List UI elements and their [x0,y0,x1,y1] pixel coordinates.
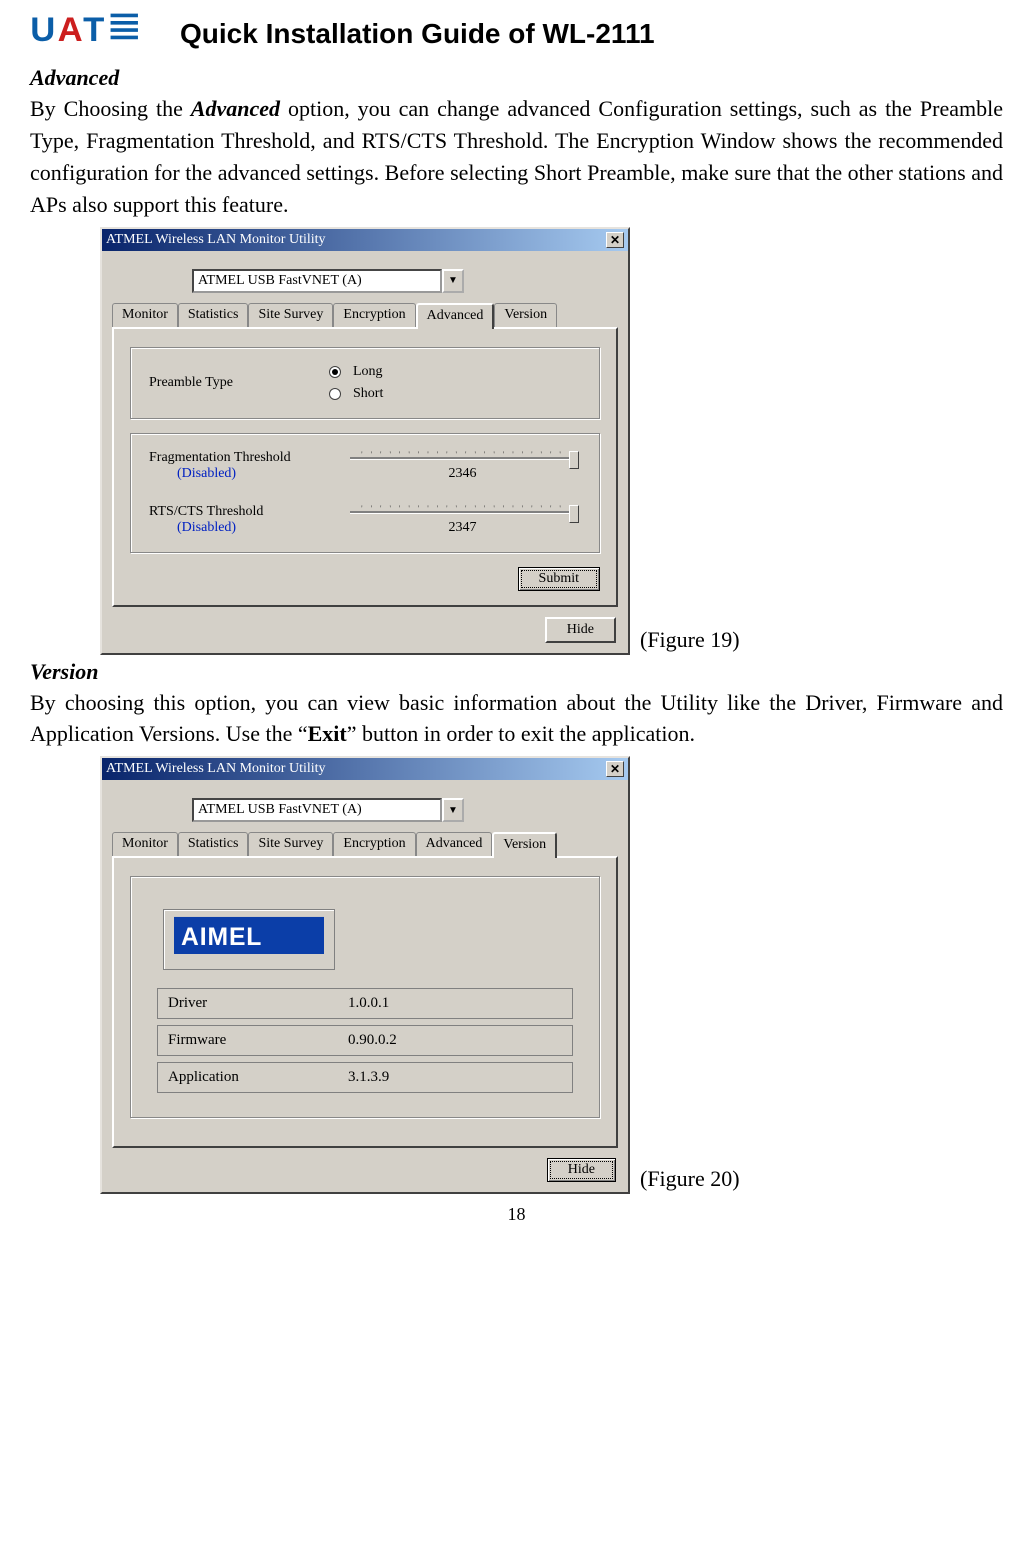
radio-short-label: Short [353,386,383,402]
page-number: 18 [30,1204,1003,1225]
tab-monitor[interactable]: Monitor [112,832,178,856]
section-advanced-text: By Choosing the Advanced option, you can… [30,93,1003,221]
driver-row: Driver 1.0.0.1 [157,988,573,1019]
driver-label: Driver [168,995,348,1012]
section-version-text: By choosing this option, you can view ba… [30,687,1003,751]
tab-advanced[interactable]: Advanced [416,303,495,329]
close-icon[interactable]: ✕ [606,232,624,248]
atmel-logo: AIMEL [163,909,335,970]
device-dropdown[interactable]: ATMEL USB FastVNET (A) ▼ [192,798,628,822]
svg-text:T: T [83,11,104,49]
svg-text:A: A [58,11,83,49]
svg-text:AIMEL: AIMEL [181,925,262,952]
window-title: ATMEL Wireless LAN Monitor Utility [106,761,326,777]
driver-value: 1.0.0.1 [348,995,389,1012]
submit-button[interactable]: Submit [518,567,600,591]
radio-long-label: Long [353,364,383,380]
device-dropdown-value: ATMEL USB FastVNET (A) [192,798,442,822]
device-dropdown-value: ATMEL USB FastVNET (A) [192,269,442,293]
window-title: ATMEL Wireless LAN Monitor Utility [106,232,326,248]
wlan-utility-window-advanced: ATMEL Wireless LAN Monitor Utility ✕ ATM… [100,227,630,655]
figure-20-caption: (Figure 20) [640,1166,740,1192]
tabs-advanced: Monitor Statistics Site Survey Encryptio… [112,303,618,327]
device-dropdown[interactable]: ATMEL USB FastVNET (A) ▼ [192,269,628,293]
rts-value: 2347 [344,520,581,536]
fragmentation-disabled: (Disabled) [177,466,344,482]
tab-statistics[interactable]: Statistics [178,832,249,856]
hide-button[interactable]: Hide [547,1158,616,1182]
rts-threshold-label: RTS/CTS Threshold [149,504,344,520]
uat-logo: U A T [30,10,140,57]
rts-disabled: (Disabled) [177,520,344,536]
firmware-row: Firmware 0.90.0.2 [157,1025,573,1056]
tab-version[interactable]: Version [494,303,557,327]
rts-slider[interactable]: ' ' ' ' ' ' ' ' ' ' ' ' ' ' ' ' ' ' ' ' … [344,504,581,536]
fragmentation-slider[interactable]: ' ' ' ' ' ' ' ' ' ' ' ' ' ' ' ' ' ' ' ' … [344,450,581,482]
svg-text:U: U [30,11,55,49]
application-value: 3.1.3.9 [348,1069,389,1086]
fragmentation-threshold-label: Fragmentation Threshold [149,450,344,466]
radio-short[interactable]: Short [329,386,383,402]
section-advanced-title: Advanced [30,65,1003,91]
chevron-down-icon[interactable]: ▼ [442,269,464,293]
application-row: Application 3.1.3.9 [157,1062,573,1093]
tab-encryption[interactable]: Encryption [333,832,415,856]
figure-19-caption: (Figure 19) [640,627,740,653]
tabs-version: Monitor Statistics Site Survey Encryptio… [112,832,618,856]
tab-version[interactable]: Version [492,832,557,858]
tab-statistics[interactable]: Statistics [178,303,249,327]
firmware-value: 0.90.0.2 [348,1032,397,1049]
fragmentation-value: 2346 [344,466,581,482]
radio-icon [329,366,341,378]
tab-monitor[interactable]: Monitor [112,303,178,327]
preamble-type-label: Preamble Type [149,375,329,391]
document-title: Quick Installation Guide of WL-2111 [180,18,655,50]
section-version-title: Version [30,659,1003,685]
tab-site-survey[interactable]: Site Survey [248,303,333,327]
firmware-label: Firmware [168,1032,348,1049]
hide-button[interactable]: Hide [545,617,616,643]
wlan-utility-window-version: ATMEL Wireless LAN Monitor Utility ✕ ATM… [100,756,630,1194]
chevron-down-icon[interactable]: ▼ [442,798,464,822]
radio-long[interactable]: Long [329,364,383,380]
application-label: Application [168,1069,348,1086]
radio-icon [329,388,341,400]
close-icon[interactable]: ✕ [606,761,624,777]
tab-encryption[interactable]: Encryption [333,303,415,327]
tab-advanced[interactable]: Advanced [416,832,493,856]
tab-site-survey[interactable]: Site Survey [248,832,333,856]
